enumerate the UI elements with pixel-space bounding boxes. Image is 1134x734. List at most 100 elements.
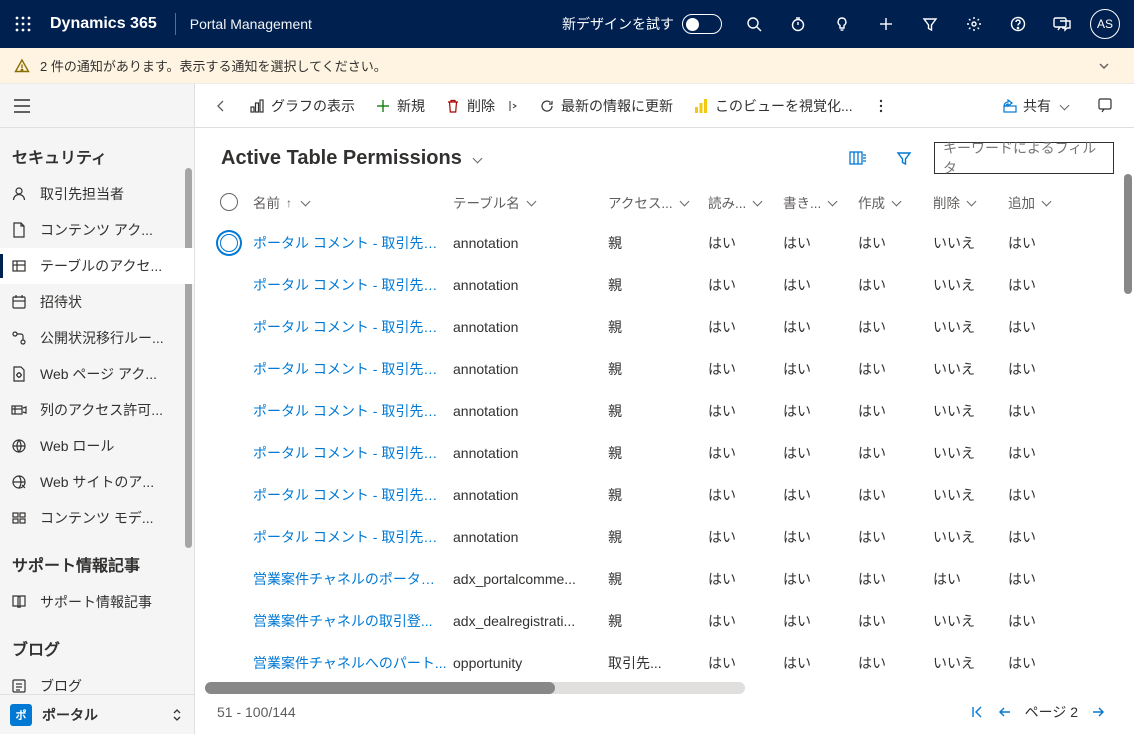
table-row[interactable]: 営業案件チャネルへのパート... opportunity 取引先... はい は… [195,642,1134,684]
cell-write: はい [783,653,858,673]
show-chart-button[interactable]: グラフの表示 [239,84,365,128]
cell-name[interactable]: 営業案件チャネルのポータル ... [253,569,453,589]
area-badge: ポ [10,704,32,726]
timer-button[interactable] [776,0,820,48]
col-name[interactable]: 名前 [253,192,453,212]
keyword-filter-input[interactable]: キーワードによるフィルタ [934,142,1114,174]
pager-first[interactable] [963,698,991,726]
delete-button[interactable]: 削除 [435,84,529,128]
cell-name[interactable]: 営業案件チャネルの取引登... [253,611,453,631]
cell-name[interactable]: ポータル コメント - 取引先担... [253,527,453,547]
cell-name[interactable]: ポータル コメント - 取引先担... [253,275,453,295]
col-read[interactable]: 読み... [708,192,783,212]
sidebar-item-label: 取引先担当者 [40,184,124,204]
pager-next[interactable] [1084,698,1112,726]
col-append[interactable]: 追加 [1008,192,1068,212]
search-button[interactable] [732,0,776,48]
scroll-thumb[interactable] [1124,174,1132,294]
sidebar-item[interactable]: Web ページ アク... [0,356,194,392]
table-row[interactable]: ポータル コメント - 取引先担... annotation 親 はい はい は… [195,348,1134,390]
cell-name[interactable]: ポータル コメント - 取引先担... [253,317,453,337]
table-row[interactable]: ポータル コメント - 取引先担... annotation 親 はい はい は… [195,390,1134,432]
table-row[interactable]: ポータル コメント - 取引先担... annotation 親 はい はい は… [195,516,1134,558]
sidebar-item[interactable]: Web ロール [0,428,194,464]
cell-name[interactable]: ポータル コメント - 取引先担... [253,401,453,421]
col-access[interactable]: アクセス... [608,192,708,212]
col-delete[interactable]: 削除 [933,192,1008,212]
sidebar-item[interactable]: 取引先担当者 [0,176,194,212]
col-write[interactable]: 書き... [783,192,858,212]
user-avatar[interactable]: AS [1090,9,1120,39]
sidebar-item[interactable]: コンテンツ アク... [0,212,194,248]
col-table[interactable]: テーブル名 [453,192,608,212]
sidebar-item[interactable]: テーブルのアクセ... [0,248,194,284]
chevron-down-icon [964,195,975,210]
sidebar-item-label: コンテンツ アク... [40,220,153,240]
edit-columns-button[interactable] [842,142,874,174]
share-button[interactable]: 共有 [991,96,1080,116]
sidebar-item[interactable]: 列のアクセス許可... [0,392,194,428]
app-title[interactable]: Portal Management [190,16,312,32]
refresh-button[interactable]: 最新の情報に更新 [529,84,683,128]
plus-icon [878,16,894,32]
table-row[interactable]: 営業案件チャネルのポータル ... adx_portalcomme... 親 は… [195,558,1134,600]
chat-button[interactable] [1040,0,1084,48]
cell-access: 親 [608,611,708,631]
cell-name[interactable]: ポータル コメント - 取引先担... [253,359,453,379]
table-row[interactable]: ポータル コメント - 取引先担... annotation 親 はい はい は… [195,306,1134,348]
new-design-toggle[interactable]: 新デザインを試す [552,0,732,48]
brand-label[interactable]: Dynamics 365 [46,15,161,33]
sidebar-item[interactable]: 招待状 [0,284,194,320]
add-button[interactable] [864,0,908,48]
view-title-selector[interactable]: Active Table Permissions [221,147,481,170]
data-grid: 名前 テーブル名 アクセス... 読み... 書き... 作成 削除 追加 ポー… [195,182,1134,734]
table-row[interactable]: 営業案件チャネルの取引登... adx_dealregistrati... 親 … [195,600,1134,642]
sidebar-item-icon [10,509,28,527]
vertical-scrollbar[interactable] [1124,174,1132,294]
chart-label: グラフの表示 [271,96,355,116]
sidebar-item[interactable]: コンテンツ モデ... [0,500,194,536]
cell-name[interactable]: ポータル コメント - 取引先担... [253,443,453,463]
cell-read: はい [708,485,783,505]
settings-button[interactable] [952,0,996,48]
chevron-down-icon[interactable] [1098,60,1110,72]
new-button[interactable]: 新規 [365,84,435,128]
cell-append: はい [1008,653,1068,673]
table-row[interactable]: ポータル コメント - 取引先担... annotation 親 はい はい は… [195,264,1134,306]
select-all[interactable] [205,193,253,211]
sidebar-area-switcher[interactable]: ポ ポータル [0,694,194,734]
cell-append: はい [1008,233,1068,253]
app-launcher[interactable] [0,16,46,32]
sidebar-item[interactable]: サポート情報記事 [0,584,194,620]
chevron-down-icon [825,195,836,210]
cell-name[interactable]: ポータル コメント - 取引先担... [253,485,453,505]
sidebar-item[interactable]: ブログ [0,668,194,694]
split-chevron-icon[interactable] [509,101,519,111]
filter-view-button[interactable] [888,142,920,174]
visualize-button[interactable]: このビューを視覚化... [683,84,863,128]
notification-bar[interactable]: 2 件の通知があります。表示する通知を選択してください。 [0,48,1134,84]
col-create[interactable]: 作成 [858,192,933,212]
sidebar-item[interactable]: Web サイトのア... [0,464,194,500]
table-row[interactable]: ポータル コメント - 取引先担... annotation 親 はい はい は… [195,474,1134,516]
sidebar-toggle[interactable] [0,84,194,128]
chevron-down-icon [1039,195,1050,210]
pager-prev[interactable] [991,698,1019,726]
table-row[interactable]: ポータル コメント - 取引先担... annotation 親 はい はい は… [195,222,1134,264]
copilot-button[interactable] [1088,84,1126,128]
overflow-button[interactable] [863,84,899,128]
help-button[interactable] [996,0,1040,48]
lightbulb-button[interactable] [820,0,864,48]
cell-append: はい [1008,275,1068,295]
cell-name[interactable]: ポータル コメント - 取引先担... [253,233,453,253]
table-row[interactable]: ポータル コメント - 取引先担... annotation 親 はい はい は… [195,432,1134,474]
back-button[interactable] [203,84,239,128]
cell-table: annotation [453,277,608,293]
filter-button[interactable] [908,0,952,48]
chevron-down-icon [750,195,761,210]
cell-write: はい [783,527,858,547]
cell-write: はい [783,443,858,463]
cell-name[interactable]: 営業案件チャネルへのパート... [253,653,453,673]
sidebar-item[interactable]: 公開状況移行ルー... [0,320,194,356]
row-select[interactable] [205,234,253,252]
